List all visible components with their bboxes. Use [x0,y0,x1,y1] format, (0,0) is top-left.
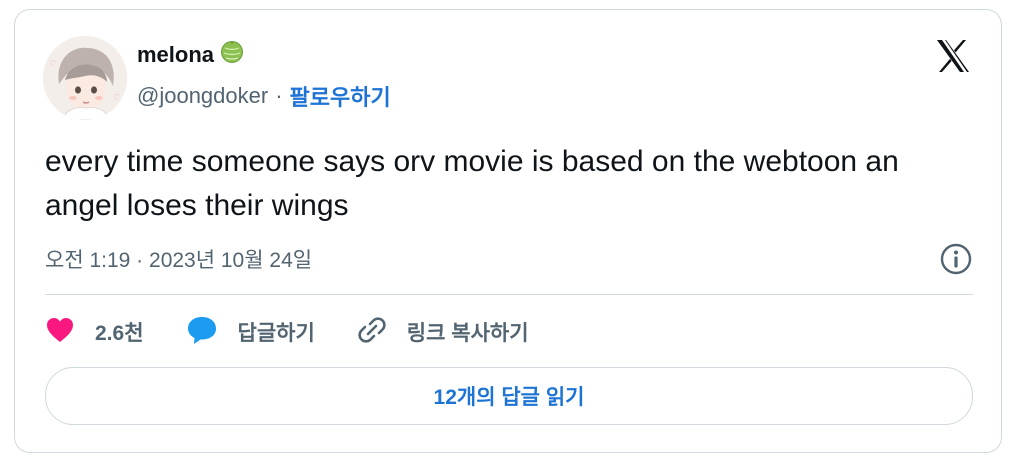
x-logo-icon[interactable] [933,36,973,76]
copy-link-button[interactable]: 링크 복사하기 [357,315,529,350]
author-handle[interactable]: @joongdoker [137,83,268,109]
like-count: 2.6천 [95,322,144,345]
reply-button[interactable]: 답글하기 [186,315,315,350]
reply-label: 답글하기 [237,322,315,345]
separator-dot: · [275,83,283,108]
author-name-row[interactable]: melona [137,40,244,70]
tweet-text: every time someone says orv movie is bas… [45,145,899,222]
like-button[interactable]: 2.6천 [45,316,144,349]
divider [45,294,973,295]
author-name[interactable]: melona [137,42,214,68]
avatar-illustration: ♡ ♡ [43,36,127,120]
info-icon[interactable] [939,242,973,276]
link-icon [357,315,387,350]
tweet-card: ♡ ♡ melona @joongdoker · 팔로우하기 every tim… [14,9,1002,453]
svg-text:♡: ♡ [49,59,56,68]
melon-icon [220,40,244,70]
tweet-timestamp[interactable]: 오전 1:19 · 2023년 10월 24일 [45,244,312,274]
heart-icon [45,316,75,349]
action-bar: 2.6천 답글하기 링크 복사하기 [45,310,571,354]
avatar[interactable]: ♡ ♡ [43,36,127,120]
copy-link-label: 링크 복사하기 [406,322,529,345]
speech-bubble-icon [186,315,218,350]
author-handle-row: @joongdoker · 팔로우하기 [137,80,391,112]
read-replies-button[interactable]: 12개의 답글 읽기 [45,367,973,425]
svg-text:♡: ♡ [113,93,120,102]
follow-link[interactable]: 팔로우하기 [290,80,391,112]
